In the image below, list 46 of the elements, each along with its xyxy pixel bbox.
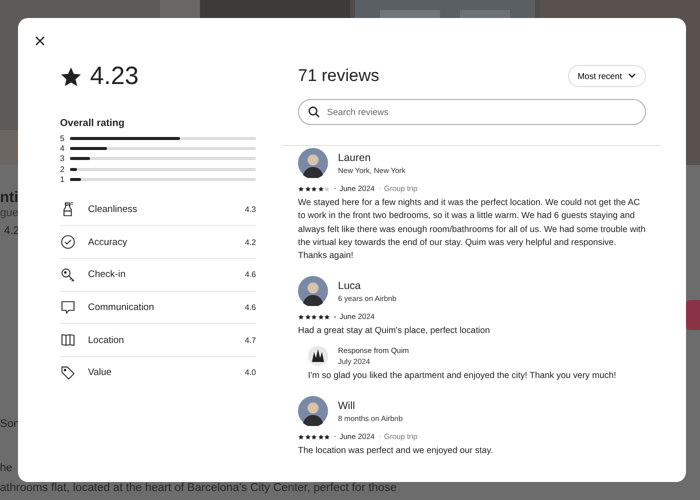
category-score: 4.0: [244, 368, 256, 378]
category-score: 4.6: [244, 270, 256, 280]
tag-icon: [60, 364, 76, 381]
response-text: I'm so glad you liked the apartment and enjoyed the city! Thank you very much!: [308, 368, 618, 382]
category-score: 4.3: [244, 204, 256, 214]
check-circle-icon: [60, 234, 76, 250]
rating-label: 2: [60, 164, 66, 174]
review-text: Had a great stay at Quim's place, perfect location: [298, 324, 491, 338]
reviews-count-title: 71 reviews: [298, 66, 380, 86]
background-text: nti: [0, 189, 18, 206]
map-icon: [60, 332, 76, 348]
reviewer-name: Luca: [338, 280, 362, 292]
category-label: Communication: [88, 302, 155, 313]
chevron-down-icon: [628, 73, 636, 79]
background-text: gue: [0, 207, 18, 219]
background-text: he: [0, 462, 12, 474]
overall-score: 4.23: [90, 62, 139, 91]
review-text: We stayed here for a few nights and it was the perfect location. We could not get the AC to work in the front two bedrooms, so it was a little warm. We had 6 guests staying and always felt like there was enough room/bathrooms for all of us. We had some trouble with the virtual key towards the end of our stay. Quim was very helpful and responsive. Thanks again!: [298, 196, 646, 262]
separator-dot: [334, 316, 336, 318]
close-icon[interactable]: [33, 34, 47, 48]
search-field[interactable]: Search reviews: [298, 99, 646, 125]
rating-label: 4: [60, 144, 66, 153]
avatar: [298, 396, 328, 426]
avatar: [298, 148, 328, 178]
reviewer-name: Lauren: [338, 152, 372, 164]
background-text: athrooms flat, located at the heart of Barcelona's City Center, perfect for those: [0, 482, 397, 494]
category-label: Check-in: [88, 269, 126, 280]
key-icon: [60, 266, 76, 283]
category-label: Accuracy: [88, 236, 128, 248]
category-label: Location: [88, 334, 125, 346]
avatar: [298, 276, 328, 306]
host-avatar: [308, 346, 328, 366]
speech-bubble-icon: [60, 299, 76, 316]
category-score: 4.6: [244, 302, 256, 312]
category-label: Cleanliness: [88, 204, 138, 215]
star-icon: [60, 66, 82, 88]
rating-label: 5: [60, 134, 66, 143]
review-text: The location was perfect and we enjoyed our stay.: [298, 444, 494, 458]
rating-label: 1: [60, 174, 66, 184]
rating-label: 3: [60, 154, 66, 164]
category-label: Value: [88, 367, 113, 378]
category-score: 4.7: [244, 336, 256, 345]
sort-dropdown[interactable]: Most recent: [568, 65, 646, 87]
section-title: Overall rating: [60, 118, 126, 129]
category-score: 4.2: [244, 238, 256, 247]
reviewer-name: Will: [338, 400, 356, 412]
